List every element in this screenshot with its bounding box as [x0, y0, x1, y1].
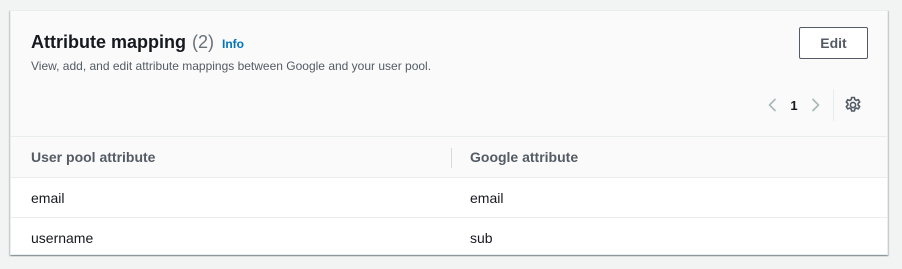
preferences-button[interactable]: [841, 93, 865, 117]
pagination: 1: [761, 93, 827, 117]
column-header-google-attribute[interactable]: Google attribute: [470, 137, 578, 177]
info-link[interactable]: Info: [222, 37, 244, 51]
google-attribute-cell: sub: [470, 230, 493, 246]
item-count: (2): [192, 32, 214, 52]
user-pool-attribute-cell: email: [31, 189, 65, 206]
google-attribute-cell: email: [470, 189, 504, 206]
attribute-table: User pool attribute Google attribute ema…: [11, 137, 887, 258]
table-row: email email: [11, 178, 887, 218]
user-pool-attribute-cell: username: [31, 230, 94, 246]
chevron-right-icon: [811, 98, 820, 112]
attribute-mapping-panel: Attribute mapping (2) Info View, add, an…: [10, 10, 888, 255]
table-header-row: User pool attribute Google attribute: [11, 137, 887, 178]
column-header-user-pool-attribute[interactable]: User pool attribute: [31, 137, 155, 177]
table-row: username sub: [11, 218, 887, 258]
next-page-button[interactable]: [803, 93, 827, 117]
chevron-left-icon: [768, 98, 777, 112]
title-row: Attribute mapping (2) Info: [31, 32, 244, 53]
previous-page-button[interactable]: [761, 93, 785, 117]
panel-description: View, add, and edit attribute mappings b…: [31, 59, 432, 73]
column-separator[interactable]: [451, 148, 452, 168]
edit-button[interactable]: Edit: [799, 27, 868, 59]
panel-header: Attribute mapping (2) Info View, add, an…: [11, 11, 887, 137]
current-page-number[interactable]: 1: [785, 98, 803, 113]
gear-icon: [845, 96, 861, 112]
panel-title: Attribute mapping: [31, 32, 186, 52]
pagination-divider: [833, 89, 834, 121]
